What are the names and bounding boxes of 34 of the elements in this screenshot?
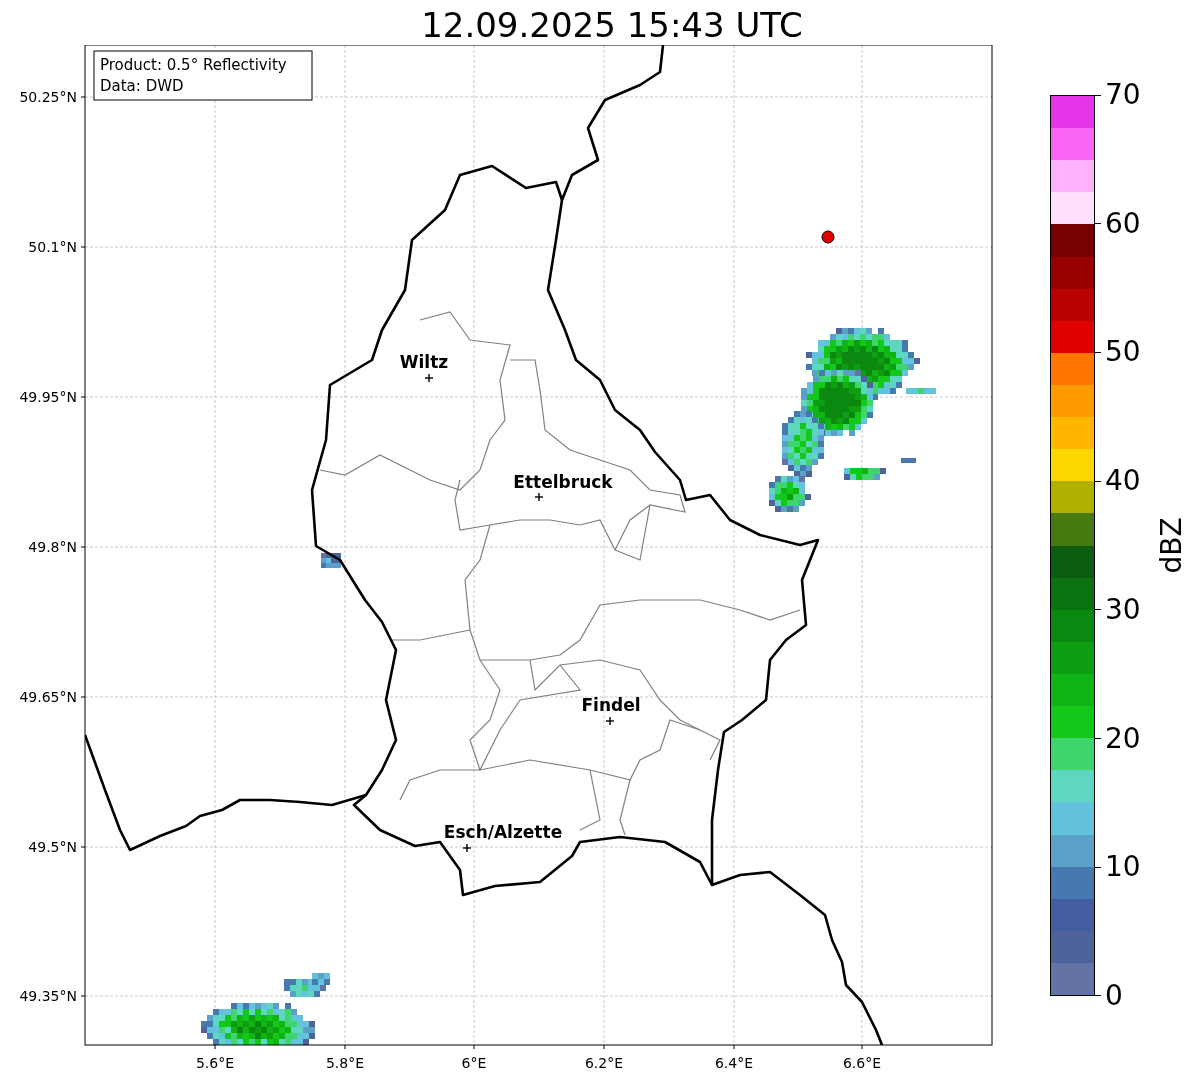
- axis-tick-label: 50.25°N: [19, 89, 77, 105]
- colorbar-tick-label: 50: [1105, 337, 1141, 368]
- colorbar-tick-label: 20: [1105, 723, 1141, 754]
- city-marker-icon: [424, 373, 434, 383]
- radar-site-dot: [821, 230, 835, 244]
- axis-tick-label: 5.6°E: [195, 1055, 235, 1071]
- legend-text: Data: DWD: [100, 77, 184, 95]
- city-marker-icon: [534, 492, 544, 502]
- chart-title: 12.09.2025 15:43 UTC: [420, 4, 804, 45]
- axis-tick-label: 50.1°N: [28, 239, 77, 255]
- city-marker-icon: [462, 843, 472, 853]
- city-label: Wiltz: [399, 352, 449, 372]
- city-label: Esch/Alzette: [443, 822, 563, 842]
- colorbar-tick-label: 0: [1105, 980, 1123, 1011]
- axis-tick-label: 49.8°N: [28, 539, 77, 555]
- axis-tick-label: 49.35°N: [19, 988, 77, 1004]
- colorbar-tick-label: 10: [1105, 852, 1141, 883]
- axis-tick-label: 49.5°N: [28, 839, 77, 855]
- colorbar-tick-label: 60: [1105, 208, 1141, 239]
- colorbar-tick-label: 30: [1105, 594, 1141, 625]
- city-label: Ettelbruck: [513, 472, 613, 492]
- axis-tick-label: 6.6°E: [842, 1055, 882, 1071]
- colorbar-label: dBZ: [1154, 517, 1184, 574]
- legend-text: Product: 0.5° Reflectivity: [100, 56, 287, 74]
- colorbar-tick-label: 70: [1105, 80, 1141, 110]
- axis-tick-label: 49.65°N: [19, 689, 77, 705]
- city-marker-icon: [605, 716, 615, 726]
- colorbar-tick-label: 40: [1105, 466, 1141, 497]
- axis-tick-label: 6.2°E: [584, 1055, 624, 1071]
- axis-tick-label: 6°E: [461, 1055, 487, 1071]
- axis-tick-label: 49.95°N: [19, 389, 77, 405]
- axis-tick-label: 5.8°E: [325, 1055, 365, 1071]
- city-label: Findel: [581, 695, 641, 715]
- axis-tick-label: 6.4°E: [714, 1055, 754, 1071]
